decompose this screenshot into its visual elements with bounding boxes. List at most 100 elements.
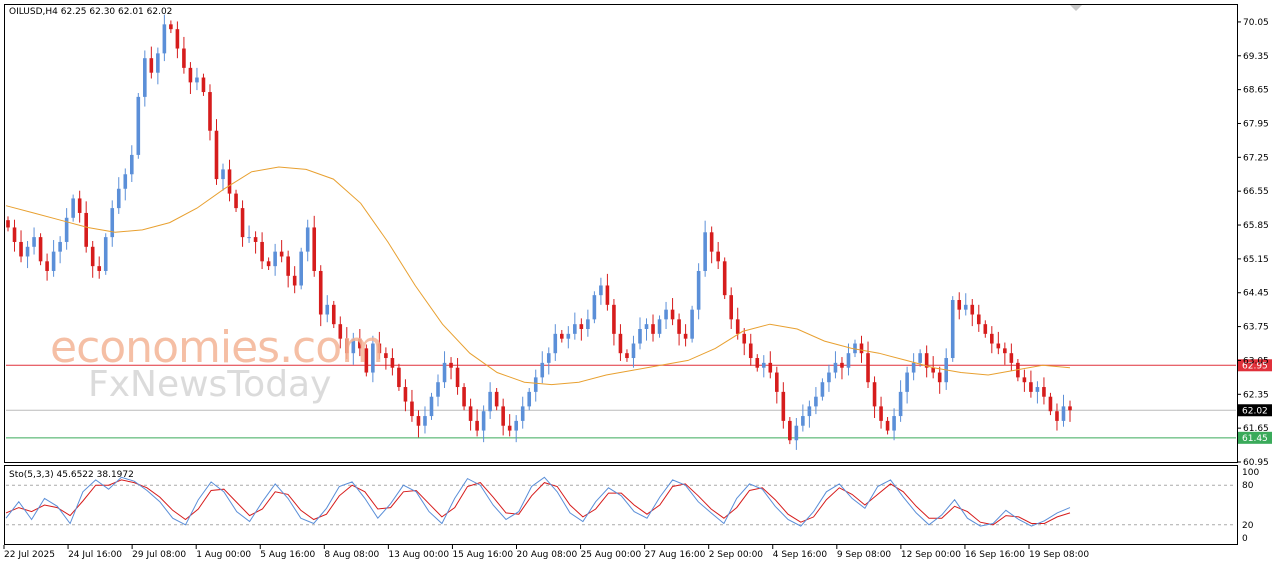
candle-body xyxy=(494,391,499,407)
x-tick-label: 9 Sep 08:00 xyxy=(837,550,892,560)
candle-body xyxy=(631,343,636,359)
candle-body xyxy=(605,285,610,305)
candle-body xyxy=(188,67,193,83)
y-tick-label: 67.25 xyxy=(1243,153,1269,163)
candle-body xyxy=(566,333,571,339)
candle-body xyxy=(742,333,747,344)
candle-body xyxy=(77,198,82,213)
candle-body xyxy=(19,241,23,257)
candle-body xyxy=(260,241,264,262)
candle-body xyxy=(1029,382,1033,392)
candle-body xyxy=(801,416,805,426)
candle-body xyxy=(475,420,479,431)
candle-body xyxy=(286,256,290,276)
candle-body xyxy=(657,319,662,334)
candle-body xyxy=(755,358,760,368)
candle-body xyxy=(833,362,838,373)
candle-body xyxy=(872,382,877,407)
symbol-label: OILUSD,H4 xyxy=(9,7,58,17)
candle-body xyxy=(807,406,812,417)
price-label-current: 62.02 xyxy=(1242,406,1268,416)
candle-body xyxy=(318,270,323,315)
x-tick-label: 1 Aug 00:00 xyxy=(196,550,251,560)
candle-body xyxy=(195,77,199,83)
candle-body xyxy=(273,251,277,267)
candle-body xyxy=(488,391,492,412)
candle-body xyxy=(390,358,395,368)
candle-body xyxy=(416,416,421,426)
candle-body xyxy=(325,304,330,315)
candle-body xyxy=(358,338,362,349)
candle-body xyxy=(201,77,206,93)
x-tick-label: 15 Aug 16:00 xyxy=(452,550,513,560)
y-tick-label: 64.45 xyxy=(1243,289,1269,299)
candle-body xyxy=(931,367,935,373)
candle-body xyxy=(827,372,831,383)
candle-body xyxy=(976,314,981,325)
candle-body xyxy=(586,319,590,330)
candle-body xyxy=(898,391,903,417)
candle-body xyxy=(305,227,310,252)
candle-body xyxy=(573,324,577,334)
candle-body xyxy=(227,169,232,194)
candle-body xyxy=(553,333,558,354)
candle-body xyxy=(97,266,102,271)
candle-body xyxy=(182,48,186,68)
candle-body xyxy=(696,270,701,310)
candle-body xyxy=(84,212,88,247)
stoch-main-value: 45.6522 xyxy=(56,470,94,480)
x-tick-label: 24 Jul 16:00 xyxy=(68,550,122,560)
stoch-level-label: 0 xyxy=(1242,534,1248,544)
candle-body xyxy=(905,372,909,392)
candle-body xyxy=(970,304,975,315)
stoch-label: Sto(5,3,3) xyxy=(9,470,54,480)
candle-body xyxy=(722,261,727,296)
candle-body xyxy=(911,362,916,373)
candle-body xyxy=(579,324,584,330)
y-tick-label: 65.85 xyxy=(1243,221,1269,231)
candle-body xyxy=(514,420,518,431)
candle-body xyxy=(644,324,649,330)
candle-body xyxy=(455,367,460,388)
candle-body xyxy=(859,343,864,354)
candle-body xyxy=(937,372,942,383)
candle-body xyxy=(761,362,766,368)
candle-body xyxy=(560,333,564,339)
candle-body xyxy=(377,343,382,354)
candle-body xyxy=(846,353,851,368)
candle-body xyxy=(462,387,466,407)
candle-body xyxy=(90,246,95,267)
candle-body xyxy=(963,304,968,310)
candle-body xyxy=(240,208,245,238)
candle-body xyxy=(123,174,128,189)
stoch-level-label: 80 xyxy=(1242,481,1254,491)
stoch-info-bar: Sto(5,3,3) 45.6522 38.1972 xyxy=(9,470,134,480)
candle-body xyxy=(423,416,427,426)
x-tick-label: 20 Aug 08:00 xyxy=(517,550,578,560)
chart-background xyxy=(0,0,1280,567)
y-tick-label: 68.65 xyxy=(1243,86,1269,96)
x-tick-label: 29 Jul 08:00 xyxy=(132,550,186,560)
candle-body xyxy=(25,246,30,257)
candle-body xyxy=(58,241,62,252)
ohlc-values: 62.25 62.30 62.01 62.02 xyxy=(60,7,173,17)
candle-body xyxy=(364,348,369,373)
candle-body xyxy=(331,304,336,325)
candle-body xyxy=(533,377,538,392)
candle-body xyxy=(449,362,453,368)
candle-body xyxy=(957,299,962,310)
candle-body xyxy=(540,362,545,378)
candle-body xyxy=(950,299,955,359)
candle-body xyxy=(312,227,317,271)
candle-body xyxy=(892,416,896,431)
x-tick-label: 5 Aug 16:00 xyxy=(260,550,315,560)
candle-body xyxy=(442,362,447,383)
candle-body xyxy=(612,304,616,334)
x-tick-label: 22 Jul 2025 xyxy=(4,550,55,560)
y-tick-label: 63.05 xyxy=(1243,356,1269,366)
candle-body xyxy=(1055,411,1059,421)
candle-body xyxy=(885,420,890,431)
stoch-level-label: 20 xyxy=(1242,521,1254,531)
candle-body xyxy=(1061,406,1066,421)
candle-body xyxy=(794,425,799,441)
